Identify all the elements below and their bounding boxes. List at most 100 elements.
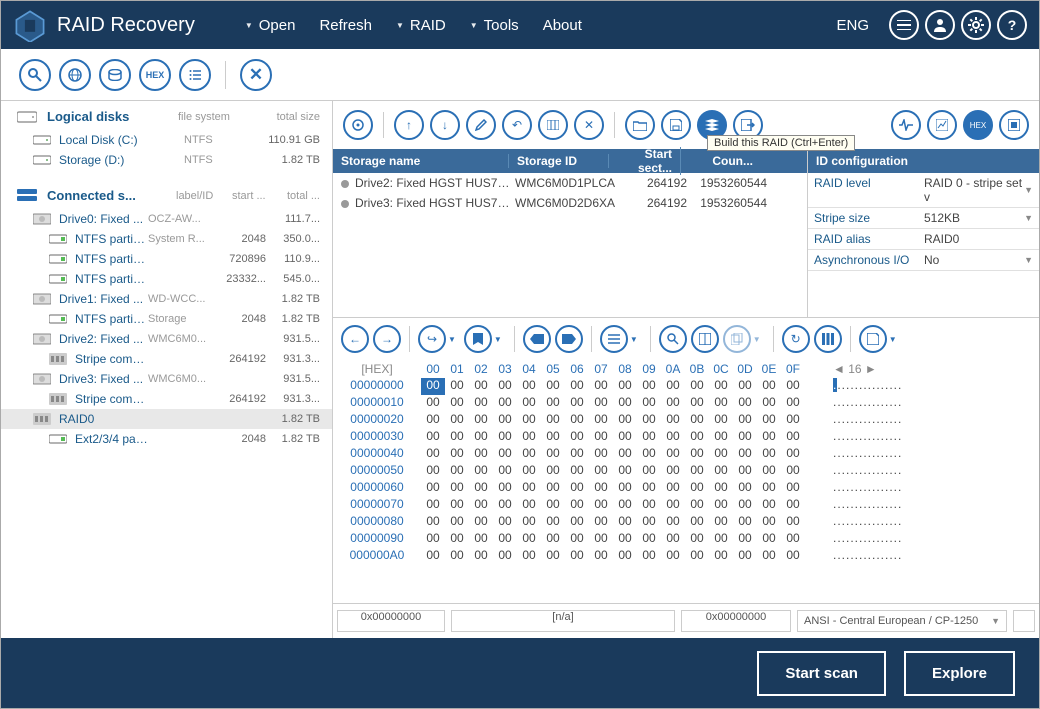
hex-row[interactable]: 0000002000000000000000000000000000000000… — [333, 412, 1039, 429]
target-icon[interactable] — [343, 110, 373, 140]
chart-icon[interactable] — [927, 110, 957, 140]
hex-icon[interactable]: HEX — [139, 59, 171, 91]
list-icon[interactable] — [600, 325, 628, 353]
hex-row[interactable]: 0000001000000000000000000000000000000000… — [333, 395, 1039, 412]
layout-icon[interactable] — [691, 325, 719, 353]
copy-icon[interactable] — [723, 325, 751, 353]
sidebar: Logical disks file systemtotal size Loca… — [1, 101, 333, 638]
chevron-down-icon[interactable]: ▼ — [753, 335, 761, 344]
menu-right: ENG ? — [836, 10, 1027, 40]
disk-section-icon — [17, 110, 37, 124]
folder-open-icon[interactable] — [625, 110, 655, 140]
connected-storage-row[interactable]: NTFS partition23332...545.0... — [1, 269, 332, 289]
connected-storage-row[interactable]: Drive3: Fixed ...WMC6M0...931.5... — [1, 369, 332, 389]
user-icon[interactable] — [925, 10, 955, 40]
start-scan-button[interactable]: Start scan — [757, 651, 886, 696]
raid-config-row[interactable]: Asynchronous I/ONo▼ — [808, 250, 1039, 271]
app-logo-icon — [13, 8, 47, 42]
connected-storage-row[interactable]: Stripe comp...264192931.3... — [1, 349, 332, 369]
hex-row[interactable]: 0000008000000000000000000000000000000000… — [333, 514, 1039, 531]
save-hex-icon[interactable] — [859, 325, 887, 353]
raid-config-panel: ID configuration RAID levelRAID 0 - stri… — [807, 149, 1039, 317]
help-icon[interactable]: ? — [997, 10, 1027, 40]
close-icon[interactable]: ✕ — [240, 59, 272, 91]
menu-refresh[interactable]: Refresh — [309, 1, 382, 49]
hex-row[interactable]: 0000006000000000000000000000000000000000… — [333, 480, 1039, 497]
menu-open[interactable]: ▼Open — [235, 1, 306, 49]
storage-row[interactable]: Drive2: Fixed HGST HUS722T1...WMC6M0D1PL… — [333, 173, 807, 193]
hex-encoding-selector[interactable]: ANSI - Central European / CP-1250▼ — [797, 610, 1007, 632]
raid-config-row[interactable]: RAID levelRAID 0 - stripe set v▼ — [808, 173, 1039, 208]
tag-back-icon[interactable] — [523, 325, 551, 353]
hex-row[interactable]: 000000A000000000000000000000000000000000… — [333, 548, 1039, 565]
refresh-hex-icon[interactable]: ↻ — [782, 325, 810, 353]
hex-row[interactable]: 0000005000000000000000000000000000000000… — [333, 463, 1039, 480]
arrow-down-icon[interactable]: ↓ — [430, 110, 460, 140]
chevron-down-icon: ▼ — [245, 21, 253, 30]
save-icon[interactable] — [661, 110, 691, 140]
edit-icon[interactable] — [466, 110, 496, 140]
tag-forward-icon[interactable] — [555, 325, 583, 353]
columns-icon[interactable] — [814, 325, 842, 353]
connected-storage-row[interactable]: NTFS partitionStorage20481.82 TB — [1, 309, 332, 329]
hex-row[interactable]: 0000000000000000000000000000000000000000… — [333, 378, 1039, 395]
hex-mode-icon[interactable]: HEX — [963, 110, 993, 140]
storage-area: Storage name Storage ID Start sect... Co… — [333, 149, 1039, 317]
language-selector[interactable]: ENG — [836, 17, 869, 34]
arrow-up-icon[interactable]: ↑ — [394, 110, 424, 140]
hex-info-field[interactable]: [n/a] — [451, 610, 675, 632]
connected-storage-row[interactable]: NTFS partitionSystem R...2048350.0... — [1, 229, 332, 249]
hex-row[interactable]: 0000009000000000000000000000000000000000… — [333, 531, 1039, 548]
connected-storage-row[interactable]: Ext2/3/4 par...20481.82 TB — [1, 429, 332, 449]
list-view-icon[interactable] — [179, 59, 211, 91]
status-dot-icon — [341, 200, 349, 208]
expand-icon[interactable] — [999, 110, 1029, 140]
bookmark-icon[interactable] — [464, 325, 492, 353]
activity-icon[interactable] — [891, 110, 921, 140]
hex-column-nav[interactable]: ◄ 16 ► — [833, 362, 877, 376]
menubar: RAID Recovery ▼Open Refresh ▼RAID ▼Tools… — [1, 1, 1039, 49]
raid-config-row[interactable]: RAID aliasRAID0 — [808, 229, 1039, 250]
nav-back-icon[interactable]: ← — [341, 325, 369, 353]
hex-row[interactable]: 0000007000000000000000000000000000000000… — [333, 497, 1039, 514]
remove-icon[interactable]: ✕ — [574, 110, 604, 140]
goto-icon[interactable]: ↪ — [418, 325, 446, 353]
chevron-down-icon[interactable]: ▼ — [630, 335, 638, 344]
logical-disk-row[interactable]: Local Disk (C:)NTFS110.91 GB — [1, 130, 332, 150]
grid-icon[interactable] — [538, 110, 568, 140]
storage-row[interactable]: Drive3: Fixed HGST HUS722T1...WMC6M0D2D6… — [333, 193, 807, 213]
connected-storage-row[interactable]: Drive1: Fixed ...WD-WCC...1.82 TB — [1, 289, 332, 309]
hex-row[interactable]: 0000003000000000000000000000000000000000… — [333, 429, 1039, 446]
raid-config-row[interactable]: Stripe size512KB▼ — [808, 208, 1039, 229]
undo-icon[interactable]: ↶ — [502, 110, 532, 140]
chevron-down-icon[interactable]: ▼ — [448, 335, 456, 344]
menu-tools[interactable]: ▼Tools — [460, 1, 529, 49]
nav-forward-icon[interactable]: → — [373, 325, 401, 353]
search-hex-icon[interactable] — [659, 325, 687, 353]
gear-icon[interactable] — [961, 10, 991, 40]
globe-icon[interactable] — [59, 59, 91, 91]
connected-section-icon — [17, 189, 37, 203]
hex-extra-field[interactable] — [1013, 610, 1035, 632]
explore-button[interactable]: Explore — [904, 651, 1015, 696]
connected-storage-row[interactable]: Drive2: Fixed ...WMC6M0...931.5... — [1, 329, 332, 349]
list-icon[interactable] — [889, 10, 919, 40]
hex-footer: 0x00000000 [n/a] 0x00000000 ANSI - Centr… — [333, 603, 1039, 638]
hex-offset2-field[interactable]: 0x00000000 — [681, 610, 791, 632]
menu-raid[interactable]: ▼RAID — [386, 1, 456, 49]
logical-disk-row[interactable]: Storage (D:)NTFS1.82 TB — [1, 150, 332, 170]
chevron-down-icon[interactable]: ▼ — [889, 335, 897, 344]
hex-offset-field[interactable]: 0x00000000 — [337, 610, 445, 632]
connected-storage-row[interactable]: NTFS partition720896110.9... — [1, 249, 332, 269]
right-panel: ↑ ↓ ↶ ✕ HEX Build this RAID (Ctrl+Enter)… — [333, 101, 1039, 638]
search-icon[interactable] — [19, 59, 51, 91]
connected-storage-row[interactable]: RAID01.82 TB — [1, 409, 332, 429]
storage-table-header: Storage name Storage ID Start sect... Co… — [333, 149, 807, 173]
disk-icon[interactable] — [99, 59, 131, 91]
hex-body[interactable]: 0000000000000000000000000000000000000000… — [333, 378, 1039, 603]
menu-about[interactable]: About — [533, 1, 592, 49]
connected-storage-row[interactable]: Drive0: Fixed ...OCZ-AW...111.7... — [1, 209, 332, 229]
chevron-down-icon[interactable]: ▼ — [494, 335, 502, 344]
connected-storage-row[interactable]: Stripe comp...264192931.3... — [1, 389, 332, 409]
hex-row[interactable]: 0000004000000000000000000000000000000000… — [333, 446, 1039, 463]
